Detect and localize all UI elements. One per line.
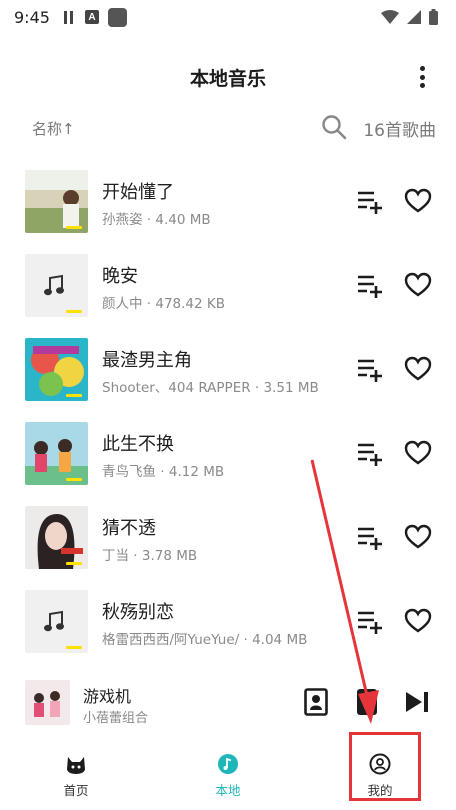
nav-label: 本地 [215,783,241,798]
app-header: 本地音乐 [0,58,456,94]
heart-icon[interactable] [404,272,432,298]
quality-tag [66,226,82,229]
album-cover [25,338,88,401]
song-title: 秋殇别恋 [102,602,174,623]
heart-icon[interactable] [404,524,432,550]
annotation-highlight-box [349,732,421,801]
app-notification-icon [107,7,127,27]
list-item[interactable]: 秋殇别恋 格雷西西西/阿YueYue/ · 4.04 MB [0,580,456,664]
more-dot-icon [419,74,425,80]
quality-tag [66,562,82,565]
song-meta: 丁当 · 3.78 MB [102,548,198,564]
add-to-playlist-icon[interactable] [356,610,384,634]
list-item[interactable]: 猜不透 丁当 · 3.78 MB [0,496,456,580]
wifi-icon [381,10,399,24]
a-app-icon: A [84,10,99,24]
song-title: 猜不透 [102,518,156,539]
search-icon[interactable] [320,113,348,141]
music-note-icon [44,610,64,632]
more-options-button[interactable] [412,66,432,88]
heart-icon[interactable] [404,440,432,466]
list-item[interactable]: 晚安 颜人中 · 478.42 KB [0,244,456,328]
song-meta: Shooter、404 RAPPER · 3.51 MB [102,380,319,396]
cat-icon [67,757,85,774]
song-meta: 孙燕姿 · 4.40 MB [102,212,211,228]
lyrics-icon[interactable] [304,688,328,716]
sort-label: 名称↑ [32,120,75,138]
album-cover-placeholder [25,254,88,317]
play-pause-icon[interactable] [356,688,378,716]
nav-home[interactable]: 首页 [0,740,152,810]
system-icons [381,9,438,25]
song-title: 开始懂了 [102,182,174,203]
add-to-playlist-icon[interactable] [356,358,384,382]
signal-icon [407,10,421,24]
album-cover [25,422,88,485]
quality-tag [66,478,82,481]
list-item[interactable]: 此生不换 青鸟飞鱼 · 4.12 MB [0,412,456,496]
now-playing-title: 游戏机 [83,687,132,706]
song-title: 最渣男主角 [102,350,192,371]
song-title: 晚安 [102,266,138,287]
pause-icon [63,10,76,24]
now-playing-artist: 小蓓蕾组合 [83,711,149,726]
song-meta: 青鸟飞鱼 · 4.12 MB [102,464,225,480]
nav-label: 首页 [63,783,89,798]
song-title: 此生不换 [102,434,174,455]
quality-tag [66,646,82,649]
mini-player[interactable]: 游戏机 小蓓蕾组合 [0,672,456,734]
status-bar: 9:45 A [0,0,456,34]
heart-icon[interactable] [404,608,432,634]
heart-icon[interactable] [404,356,432,382]
song-meta: 格雷西西西/阿YueYue/ · 4.04 MB [102,632,308,648]
list-item[interactable]: 最渣男主角 Shooter、404 RAPPER · 3.51 MB [0,328,456,412]
music-note-icon [218,754,238,774]
battery-icon [429,9,438,25]
album-cover [25,170,88,233]
song-meta: 颜人中 · 478.42 KB [102,296,226,312]
more-dot-icon [419,83,425,88]
album-cover [25,506,88,569]
sort-button[interactable]: 名称↑ [32,118,75,139]
nav-local[interactable]: 本地 [152,740,304,810]
quality-tag [66,310,82,313]
status-time: 9:45 [14,7,50,27]
page-title: 本地音乐 [189,68,266,90]
more-dot-icon [419,66,425,71]
list-item[interactable]: 开始懂了 孙燕姿 · 4.40 MB [0,160,456,244]
quality-tag [66,394,82,397]
add-to-playlist-icon[interactable] [356,274,384,298]
add-to-playlist-icon[interactable] [356,190,384,214]
now-playing-cover [25,680,70,725]
song-list: 开始懂了 孙燕姿 · 4.40 MB 晚安 颜人中 · 478.42 KB 最渣… [0,160,456,664]
heart-icon[interactable] [404,188,432,214]
skip-next-icon[interactable] [404,690,430,714]
music-note-icon [44,274,64,296]
notification-icons: A [63,7,127,27]
add-to-playlist-icon[interactable] [356,526,384,550]
album-cover-placeholder [25,590,88,653]
add-to-playlist-icon[interactable] [356,442,384,466]
song-count: 16首歌曲 [363,121,436,141]
sort-row: 名称↑ 16首歌曲 [0,110,456,144]
